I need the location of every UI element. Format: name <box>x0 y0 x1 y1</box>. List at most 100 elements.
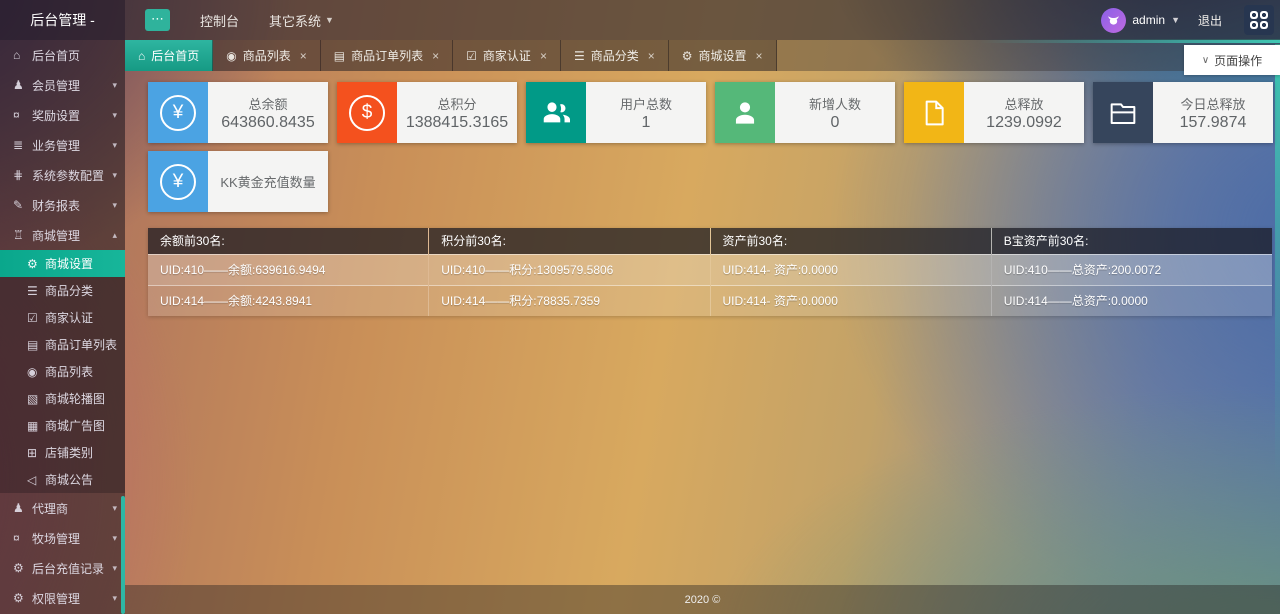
sidebar-item[interactable]: ✎财务报表▾ <box>0 190 125 220</box>
logout-button[interactable]: 退出 <box>1198 12 1222 29</box>
sidebar-scrollbar-thumb[interactable] <box>121 496 125 614</box>
document-icon: ▤ <box>334 49 345 63</box>
sidebar-item[interactable]: ♖商城管理▴ <box>0 220 125 250</box>
sidebar-subitem[interactable]: ☑商家认证 <box>0 304 125 331</box>
tab-label: 商品列表 <box>243 47 291 64</box>
tab[interactable]: ☰商品分类× <box>561 40 669 71</box>
sidebar-subitem[interactable]: ◁商城公告 <box>0 466 125 493</box>
tab[interactable]: ☑商家认证× <box>453 40 561 71</box>
table-row: UID:414- 资产:0.0000 <box>711 254 991 285</box>
nav-console[interactable]: 控制台 <box>200 11 239 30</box>
tab[interactable]: ▤ 商品订单列表 × <box>321 40 453 71</box>
stat-card-value: 1 <box>642 114 651 132</box>
tab[interactable]: ⌂ 后台首页 <box>125 40 213 71</box>
close-icon[interactable]: × <box>648 49 655 63</box>
tab[interactable]: ⚙ 商城设置 × <box>669 40 777 71</box>
stat-card: 今日总释放157.9874 <box>1093 82 1273 143</box>
sidebar-item-label: 财务报表 <box>32 197 109 214</box>
table-column: 积分前30名:UID:410——积分:1309579.5806UID:414——… <box>428 228 709 316</box>
chevron-down-icon: ▾ <box>112 110 117 121</box>
chevron-down-icon: ▾ <box>112 563 117 574</box>
sidebar-subitem[interactable]: ▧商城轮播图 <box>0 385 125 412</box>
sidebar-subitem[interactable]: ▦商城广告图 <box>0 412 125 439</box>
stat-card: 用户总数1 <box>526 82 706 143</box>
sidebar-toggle-button[interactable]: ⋯ <box>145 9 170 31</box>
sidebar-item[interactable]: ⚙后台充值记录▾ <box>0 553 125 583</box>
tab[interactable]: ◉ 商品列表 × <box>213 40 321 71</box>
stat-card-label: 新增人数 <box>809 94 861 113</box>
gear-icon: ⚙ <box>682 49 693 63</box>
chevron-down-icon: ▼ <box>1171 15 1180 25</box>
sidebar-item-label: 奖励设置 <box>32 107 109 124</box>
stat-cards: ¥总余额643860.8435$总积分1388415.3165用户总数1新增人数… <box>148 82 1280 212</box>
file-icon <box>904 82 964 143</box>
folder-icon <box>1093 82 1153 143</box>
list-icon: ≣ <box>13 138 32 152</box>
stat-card-label: KK黄金充值数量 <box>220 172 315 191</box>
nav-other-systems-label: 其它系统 <box>269 11 321 30</box>
tab-label: 商城设置 <box>699 47 747 64</box>
nav-other-systems[interactable]: 其它系统 ▼ <box>269 11 334 30</box>
copyright-text: 2020 © <box>685 594 721 606</box>
stat-card-value: 1388415.3165 <box>406 114 508 132</box>
check-circle-icon: ☑ <box>466 49 477 63</box>
user-menu[interactable]: admin ▼ <box>1101 8 1180 33</box>
sidebar-item[interactable]: ♟会员管理▾ <box>0 70 125 100</box>
yen-circle-icon: ¥ <box>148 151 208 212</box>
sidebar-item[interactable]: ⋕系统参数配置▾ <box>0 160 125 190</box>
sidebar-subitem[interactable]: ▤商品订单列表 <box>0 331 125 358</box>
sidebar-item[interactable]: ♟代理商▾ <box>0 493 125 523</box>
image-icon: ▦ <box>27 419 45 433</box>
user-icon: ♟ <box>13 78 32 92</box>
footer: 2020 © <box>125 585 1280 614</box>
sidebar: ⌂后台首页♟会员管理▾¤奖励设置▾≣业务管理▾⋕系统参数配置▾✎财务报表▾♖商城… <box>0 40 125 614</box>
sidebar-item[interactable]: ⌂后台首页 <box>0 40 125 70</box>
apps-menu-button[interactable] <box>1244 5 1274 35</box>
sidebar-item-label: 商城设置 <box>45 255 117 272</box>
sidebar-item-label: 代理商 <box>32 500 109 517</box>
stat-card: 新增人数0 <box>715 82 895 143</box>
chevron-down-icon: ▾ <box>112 200 117 211</box>
sidebar-subitem[interactable]: ⚙商城设置 <box>0 250 125 277</box>
table-header-cell: B宝资产前30名: <box>992 228 1272 254</box>
circle-icon: ◉ <box>226 49 236 63</box>
stat-card: 总释放1239.0992 <box>904 82 1084 143</box>
sidebar-item[interactable]: ⚙权限管理▾ <box>0 583 125 613</box>
chevron-down-icon: ▾ <box>112 533 117 544</box>
sidebar-item-label: 系统参数配置 <box>32 167 109 184</box>
sidebar-item-label: 后台首页 <box>32 47 117 64</box>
app-title: 后台管理 - <box>0 0 125 40</box>
sidebar-subitem[interactable]: ◉商品列表 <box>0 358 125 385</box>
speaker-icon: ◁ <box>27 473 45 487</box>
sidebar-subitem[interactable]: ⊞店铺类别 <box>0 439 125 466</box>
tab-label: 后台首页 <box>151 47 199 64</box>
sidebar-item[interactable]: ¤奖励设置▾ <box>0 100 125 130</box>
ranking-table: 余额前30名:UID:410——余额:639616.9494UID:414——余… <box>148 228 1272 316</box>
close-icon[interactable]: × <box>756 49 763 63</box>
table-column: B宝资产前30名:UID:410——总资产:200.0072UID:414——总… <box>991 228 1272 316</box>
sidebar-item-label: 商城广告图 <box>45 417 117 434</box>
award-icon: ¤ <box>13 108 32 122</box>
sidebar-item-label: 商品列表 <box>45 363 117 380</box>
table-header-cell: 积分前30名: <box>429 228 709 254</box>
sidebar-item-label: 店铺类别 <box>45 444 117 461</box>
sidebar-item-label: 商品分类 <box>45 282 117 299</box>
sidebar-item[interactable]: ≣业务管理▾ <box>0 130 125 160</box>
close-icon[interactable]: × <box>540 49 547 63</box>
sidebar-subitem[interactable]: ☰商品分类 <box>0 277 125 304</box>
sidebar-item-label: 商家认证 <box>45 309 117 326</box>
close-icon[interactable]: × <box>300 49 307 63</box>
farm-icon: ¤ <box>13 531 32 545</box>
chevron-down-icon: ▾ <box>112 170 117 181</box>
username: admin <box>1132 13 1165 27</box>
table-header-cell: 余额前30名: <box>148 228 428 254</box>
home-icon: ⌂ <box>138 49 145 63</box>
table-row: UID:414- 资产:0.0000 <box>711 285 991 316</box>
tab-label: 商品订单列表 <box>351 47 423 64</box>
sliders-icon: ⋕ <box>13 168 32 182</box>
sidebar-item[interactable]: ¤牧场管理▾ <box>0 523 125 553</box>
close-icon[interactable]: × <box>432 49 439 63</box>
page-actions-button[interactable]: ∨ 页面操作 <box>1184 45 1280 75</box>
dollar-circle-icon: $ <box>337 82 397 143</box>
chevron-down-icon: ▾ <box>112 140 117 151</box>
